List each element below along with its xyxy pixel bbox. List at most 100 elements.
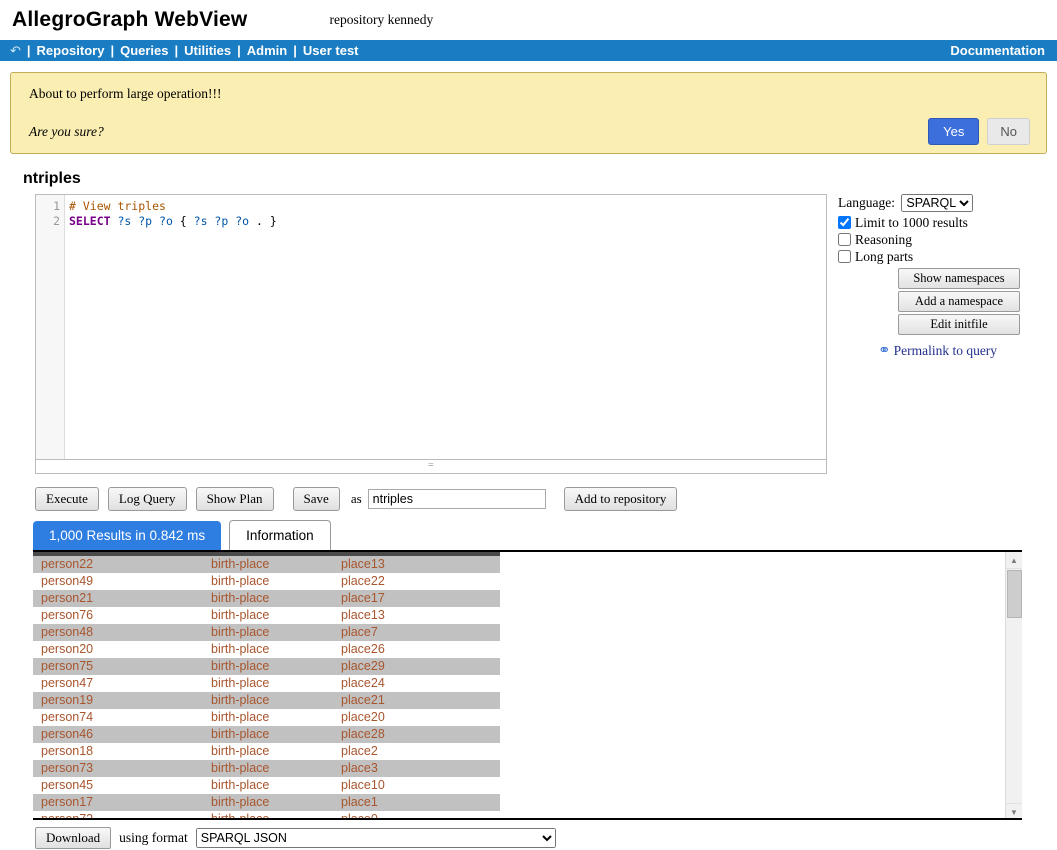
table-cell[interactable]: person49	[33, 573, 203, 590]
table-cell[interactable]: place24	[333, 675, 492, 692]
add-to-repository-button[interactable]: Add to repository	[564, 487, 678, 511]
repository-label: repository kennedy	[329, 12, 433, 28]
table-cell[interactable]: place0	[333, 811, 492, 820]
table-cell[interactable]: birth-place	[203, 760, 333, 777]
table-cell[interactable]: place1	[333, 794, 492, 811]
table-cell[interactable]: birth-place	[203, 675, 333, 692]
query-options-panel: Language: SPARQL Limit to 1000 resultsRe…	[838, 194, 1048, 474]
table-cell[interactable]: place28	[333, 726, 492, 743]
table-cell[interactable]: person22	[33, 556, 203, 573]
save-name-input[interactable]	[368, 489, 546, 509]
table-cell[interactable]: place7	[333, 624, 492, 641]
table-cell[interactable]: birth-place	[203, 777, 333, 794]
no-button[interactable]: No	[987, 118, 1030, 145]
nav-item-repository[interactable]: Repository	[37, 43, 105, 58]
table-cell[interactable]: place10	[333, 777, 492, 794]
nav-item-user-test[interactable]: User test	[303, 43, 359, 58]
execute-button[interactable]: Execute	[35, 487, 99, 511]
nav-item-documentation[interactable]: Documentation	[950, 43, 1045, 58]
table-cell[interactable]: place13	[333, 607, 492, 624]
checkbox[interactable]	[838, 233, 851, 246]
option-long-parts[interactable]: Long parts	[838, 249, 1048, 265]
app-header: AllegroGraph WebView repository kennedy	[0, 0, 1057, 40]
log-query-button[interactable]: Log Query	[108, 487, 187, 511]
table-cell[interactable]: person21	[33, 590, 203, 607]
option-limit-to-1000-results[interactable]: Limit to 1000 results	[838, 215, 1048, 231]
table-cell[interactable]: place22	[333, 573, 492, 590]
save-button[interactable]: Save	[293, 487, 340, 511]
table-row: person46birth-placeplace28	[33, 726, 500, 743]
results-scrollbar[interactable]: ▲ ▼	[1005, 552, 1022, 820]
option-reasoning[interactable]: Reasoning	[838, 232, 1048, 248]
table-cell[interactable]: place29	[333, 658, 492, 675]
editor-code[interactable]: # View triplesSELECT ?s ?p ?o { ?s ?p ?o…	[65, 195, 826, 459]
table-cell[interactable]: person17	[33, 794, 203, 811]
checkbox[interactable]	[838, 250, 851, 263]
table-cell[interactable]: person74	[33, 709, 203, 726]
nav-item-utilities[interactable]: Utilities	[184, 43, 231, 58]
code-mirror: 12 # View triplesSELECT ?s ?p ?o { ?s ?p…	[36, 195, 826, 459]
edit-initfile-button[interactable]: Edit initfile	[898, 314, 1020, 335]
table-cell[interactable]: person47	[33, 675, 203, 692]
table-row: person74birth-placeplace20	[33, 709, 500, 726]
tab-information[interactable]: Information	[229, 520, 331, 550]
table-cell[interactable]: birth-place	[203, 794, 333, 811]
table-cell[interactable]: person18	[33, 743, 203, 760]
table-cell[interactable]: person76	[33, 607, 203, 624]
table-cell[interactable]: place20	[333, 709, 492, 726]
download-button[interactable]: Download	[35, 827, 111, 849]
page: AllegroGraph WebView repository kennedy …	[0, 0, 1057, 849]
alert-bottom: Are you sure? Yes No	[29, 118, 1030, 145]
table-cell[interactable]: person46	[33, 726, 203, 743]
permalink-link[interactable]: ⚭Permalink to query	[878, 341, 1048, 360]
table-cell[interactable]: person48	[33, 624, 203, 641]
table-cell[interactable]: place2	[333, 743, 492, 760]
table-cell[interactable]: person20	[33, 641, 203, 658]
table-cell[interactable]: birth-place	[203, 590, 333, 607]
table-cell[interactable]: place26	[333, 641, 492, 658]
tab-results[interactable]: 1,000 Results in 0.842 ms	[33, 521, 221, 550]
table-cell[interactable]: birth-place	[203, 624, 333, 641]
table-cell[interactable]: birth-place	[203, 726, 333, 743]
nav-item-queries[interactable]: Queries	[120, 43, 168, 58]
table-cell[interactable]: birth-place	[203, 607, 333, 624]
results-panel: person22birth-placeplace13person49birth-…	[33, 552, 1022, 820]
table-cell[interactable]: person19	[33, 692, 203, 709]
table-cell[interactable]: birth-place	[203, 641, 333, 658]
language-select[interactable]: SPARQL	[901, 194, 973, 212]
yes-button[interactable]: Yes	[928, 118, 979, 145]
table-cell[interactable]: birth-place	[203, 658, 333, 675]
back-icon[interactable]: ↶	[10, 43, 21, 59]
scroll-down-arrow-icon[interactable]: ▼	[1006, 803, 1022, 820]
download-bar: Download using format SPARQL JSON	[35, 827, 1057, 849]
format-select[interactable]: SPARQL JSON	[196, 828, 556, 848]
nav-item-admin[interactable]: Admin	[247, 43, 287, 58]
table-row: person45birth-placeplace10	[33, 777, 500, 794]
scrollbar-thumb[interactable]	[1007, 570, 1022, 618]
table-cell[interactable]: birth-place	[203, 709, 333, 726]
table-cell[interactable]: birth-place	[203, 573, 333, 590]
table-row: person22birth-placeplace13	[33, 556, 500, 573]
table-cell[interactable]: person72	[33, 811, 203, 820]
table-cell[interactable]: birth-place	[203, 556, 333, 573]
table-cell[interactable]: person73	[33, 760, 203, 777]
nav-separator: |	[293, 43, 297, 58]
show-plan-button[interactable]: Show Plan	[196, 487, 274, 511]
show-namespaces-button[interactable]: Show namespaces	[898, 268, 1020, 289]
table-cell[interactable]: birth-place	[203, 743, 333, 760]
table-cell[interactable]: place3	[333, 760, 492, 777]
table-cell[interactable]: person45	[33, 777, 203, 794]
table-cell[interactable]: person75	[33, 658, 203, 675]
language-row: Language: SPARQL	[838, 194, 1048, 212]
checkbox[interactable]	[838, 216, 851, 229]
table-row: person72birth-placeplace0	[33, 811, 500, 820]
table-cell[interactable]: birth-place	[203, 811, 333, 820]
table-cell[interactable]: place17	[333, 590, 492, 607]
scroll-up-arrow-icon[interactable]: ▲	[1006, 552, 1022, 569]
table-cell[interactable]: place13	[333, 556, 492, 573]
results-tabs: 1,000 Results in 0.842 ms Information	[33, 520, 1022, 552]
table-cell[interactable]: place21	[333, 692, 492, 709]
add-a-namespace-button[interactable]: Add a namespace	[898, 291, 1020, 312]
table-cell[interactable]: birth-place	[203, 692, 333, 709]
editor-resize-handle[interactable]: =	[36, 459, 826, 473]
